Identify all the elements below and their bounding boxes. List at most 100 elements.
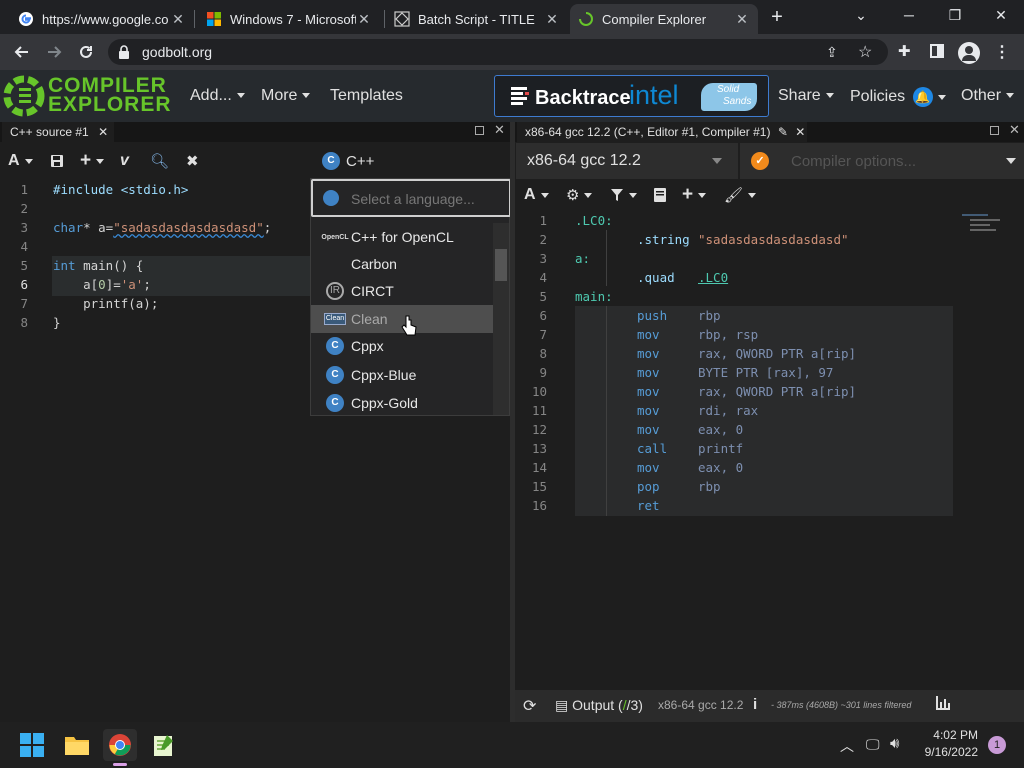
notepad-plus-icon[interactable] xyxy=(147,729,181,761)
close-icon[interactable]: ✕ xyxy=(544,11,560,27)
network-icon[interactable]: 🖵︎ xyxy=(866,736,880,753)
asm-highlight-block xyxy=(575,306,953,516)
notification-badge[interactable]: 1 xyxy=(988,736,1006,754)
cpp-logo-icon: C xyxy=(323,336,347,356)
maximize-pane-icon[interactable] xyxy=(475,126,484,135)
compiler-status[interactable]: ✓ xyxy=(740,143,780,179)
maximize-pane-icon[interactable] xyxy=(990,126,999,135)
close-icon[interactable]: ✕ xyxy=(734,11,750,27)
indent-guide xyxy=(606,306,607,516)
close-pane-icon[interactable]: ✕ xyxy=(1009,122,1020,138)
reload-button[interactable] xyxy=(72,38,100,66)
browser-tab-windows7[interactable]: Windows 7 - Microsoft ✕ xyxy=(198,4,380,34)
back-button[interactable] xyxy=(8,38,36,66)
browser-tab-google[interactable]: https://www.google.co ✕ xyxy=(10,4,194,34)
close-icon[interactable]: ✕ xyxy=(98,125,108,139)
close-icon[interactable]: ✕ xyxy=(795,125,805,139)
chevron-down-icon xyxy=(712,158,722,164)
libraries-book-icon[interactable] xyxy=(654,182,666,208)
minimize-button[interactable]: ─ xyxy=(886,0,932,30)
profile-avatar-icon[interactable] xyxy=(958,42,980,64)
language-option[interactable]: C Cppx-Gold xyxy=(311,389,493,417)
more-menu-label: More xyxy=(261,87,298,104)
editor-tab-title: C++ source #1 xyxy=(10,125,89,139)
font-size-button[interactable]: A xyxy=(524,182,549,208)
browser-tab-batch-script[interactable]: Batch Script - TITLE ✕ xyxy=(386,4,568,34)
omnibox[interactable] xyxy=(108,39,888,65)
clock-date[interactable]: 9/16/2022 xyxy=(912,745,978,759)
language-option[interactable]: OpenCL C++ for OpenCL xyxy=(311,223,493,251)
settings-gear-icon[interactable]: ⚙ xyxy=(566,182,593,208)
close-icon[interactable]: ✕ xyxy=(170,11,186,27)
chevron-up-icon[interactable]: ︿ xyxy=(840,736,854,756)
policies-menu[interactable]: Policies 🔔 xyxy=(850,87,946,107)
output-button[interactable]: ▤ Output (//3) xyxy=(555,697,643,714)
new-tab-button[interactable]: + xyxy=(766,6,788,28)
compile-stats: - 387ms (4608B) ~301 lines filtered xyxy=(771,700,912,710)
token-text: ; xyxy=(143,277,151,292)
line-number: 6 xyxy=(20,277,28,292)
language-search-input[interactable]: Select a language... xyxy=(311,179,511,217)
filter-icon[interactable] xyxy=(610,182,637,208)
asm-opcode: mov xyxy=(637,422,660,437)
side-panel-icon[interactable] xyxy=(930,44,944,58)
scrollbar-thumb[interactable] xyxy=(495,249,507,281)
asm-line-number: 5 xyxy=(539,289,547,304)
minimap[interactable] xyxy=(962,210,1002,242)
sponsor-banner[interactable]: Backtrace intel Solid Sands xyxy=(494,75,769,117)
compiler-explorer-logo-icon[interactable] xyxy=(2,72,46,120)
compiler-options-input[interactable]: Compiler options... xyxy=(780,143,998,179)
asm-opcode: mov xyxy=(637,365,660,380)
extensions-icon[interactable]: ✚ xyxy=(898,42,911,60)
cppinsights-icon[interactable]: ✖ xyxy=(186,148,199,174)
add-tool-button[interactable]: + xyxy=(682,182,707,208)
asm-opcode: pop xyxy=(637,479,660,494)
windows-start-icon[interactable] xyxy=(15,729,49,761)
tab-search-icon[interactable]: ⌄ xyxy=(838,0,884,30)
chrome-taskbar-icon[interactable] xyxy=(103,729,137,766)
add-menu[interactable]: Add... xyxy=(190,87,245,105)
language-option[interactable]: Carbon xyxy=(311,250,493,278)
other-menu[interactable]: Other xyxy=(961,87,1015,105)
font-size-button[interactable]: A xyxy=(8,148,33,174)
more-menu[interactable]: More xyxy=(261,87,311,105)
quick-search-icon[interactable]: 🔍︎ xyxy=(150,148,169,174)
vim-mode-icon[interactable]: v xyxy=(120,148,129,174)
share-menu[interactable]: Share xyxy=(778,87,834,105)
add-pane-button[interactable]: + xyxy=(80,148,105,174)
google-g-icon xyxy=(18,11,34,27)
templates-link[interactable]: Templates xyxy=(330,87,403,105)
clock-time[interactable]: 4:02 PM xyxy=(922,728,978,742)
browser-tab-compiler-explorer[interactable]: Compiler Explorer ✕ xyxy=(570,4,758,34)
share-page-icon[interactable]: ⇪ xyxy=(826,44,838,61)
token-keyword: char xyxy=(53,220,84,235)
language-option[interactable]: C Cppx-Blue xyxy=(311,361,493,389)
token-text: ; xyxy=(263,220,272,235)
volume-icon[interactable]: 🔊︎ xyxy=(890,735,899,752)
close-pane-icon[interactable]: ✕ xyxy=(494,122,505,138)
language-selector[interactable]: C C++ xyxy=(322,148,374,174)
language-option[interactable]: IR CIRCT xyxy=(311,277,493,305)
lock-icon[interactable] xyxy=(118,44,130,60)
recompile-icon[interactable]: ⟳ xyxy=(523,696,536,716)
save-icon[interactable] xyxy=(50,148,64,174)
maximize-button[interactable]: ❐ xyxy=(932,0,978,30)
edit-pencil-icon[interactable]: ✎ xyxy=(778,125,788,139)
options-dropdown-button[interactable] xyxy=(998,143,1024,179)
forward-button[interactable] xyxy=(40,38,68,66)
dropdown-scrollbar[interactable] xyxy=(493,223,509,415)
brush-tools-icon[interactable]: 🖌︎ xyxy=(724,182,757,208)
close-icon[interactable]: ✕ xyxy=(356,11,372,27)
file-explorer-icon[interactable] xyxy=(60,729,94,761)
close-window-button[interactable]: ✕ xyxy=(978,0,1024,30)
kebab-menu-icon[interactable]: ⋮ xyxy=(994,42,1010,62)
url-text[interactable]: godbolt.org xyxy=(142,44,212,60)
compiler-tab[interactable]: x86-64 gcc 12.2 (C++, Editor #1, Compile… xyxy=(517,122,807,142)
info-icon[interactable]: i xyxy=(753,696,757,713)
asm-line-number: 15 xyxy=(531,479,547,494)
compiler-picker[interactable]: x86-64 gcc 12.2 xyxy=(516,143,738,179)
bar-chart-icon[interactable] xyxy=(935,696,951,710)
bookmark-star-icon[interactable]: ☆ xyxy=(858,42,872,62)
token-number: 0 xyxy=(98,277,106,292)
editor-tab[interactable]: C++ source #1 ✕ xyxy=(2,122,114,142)
